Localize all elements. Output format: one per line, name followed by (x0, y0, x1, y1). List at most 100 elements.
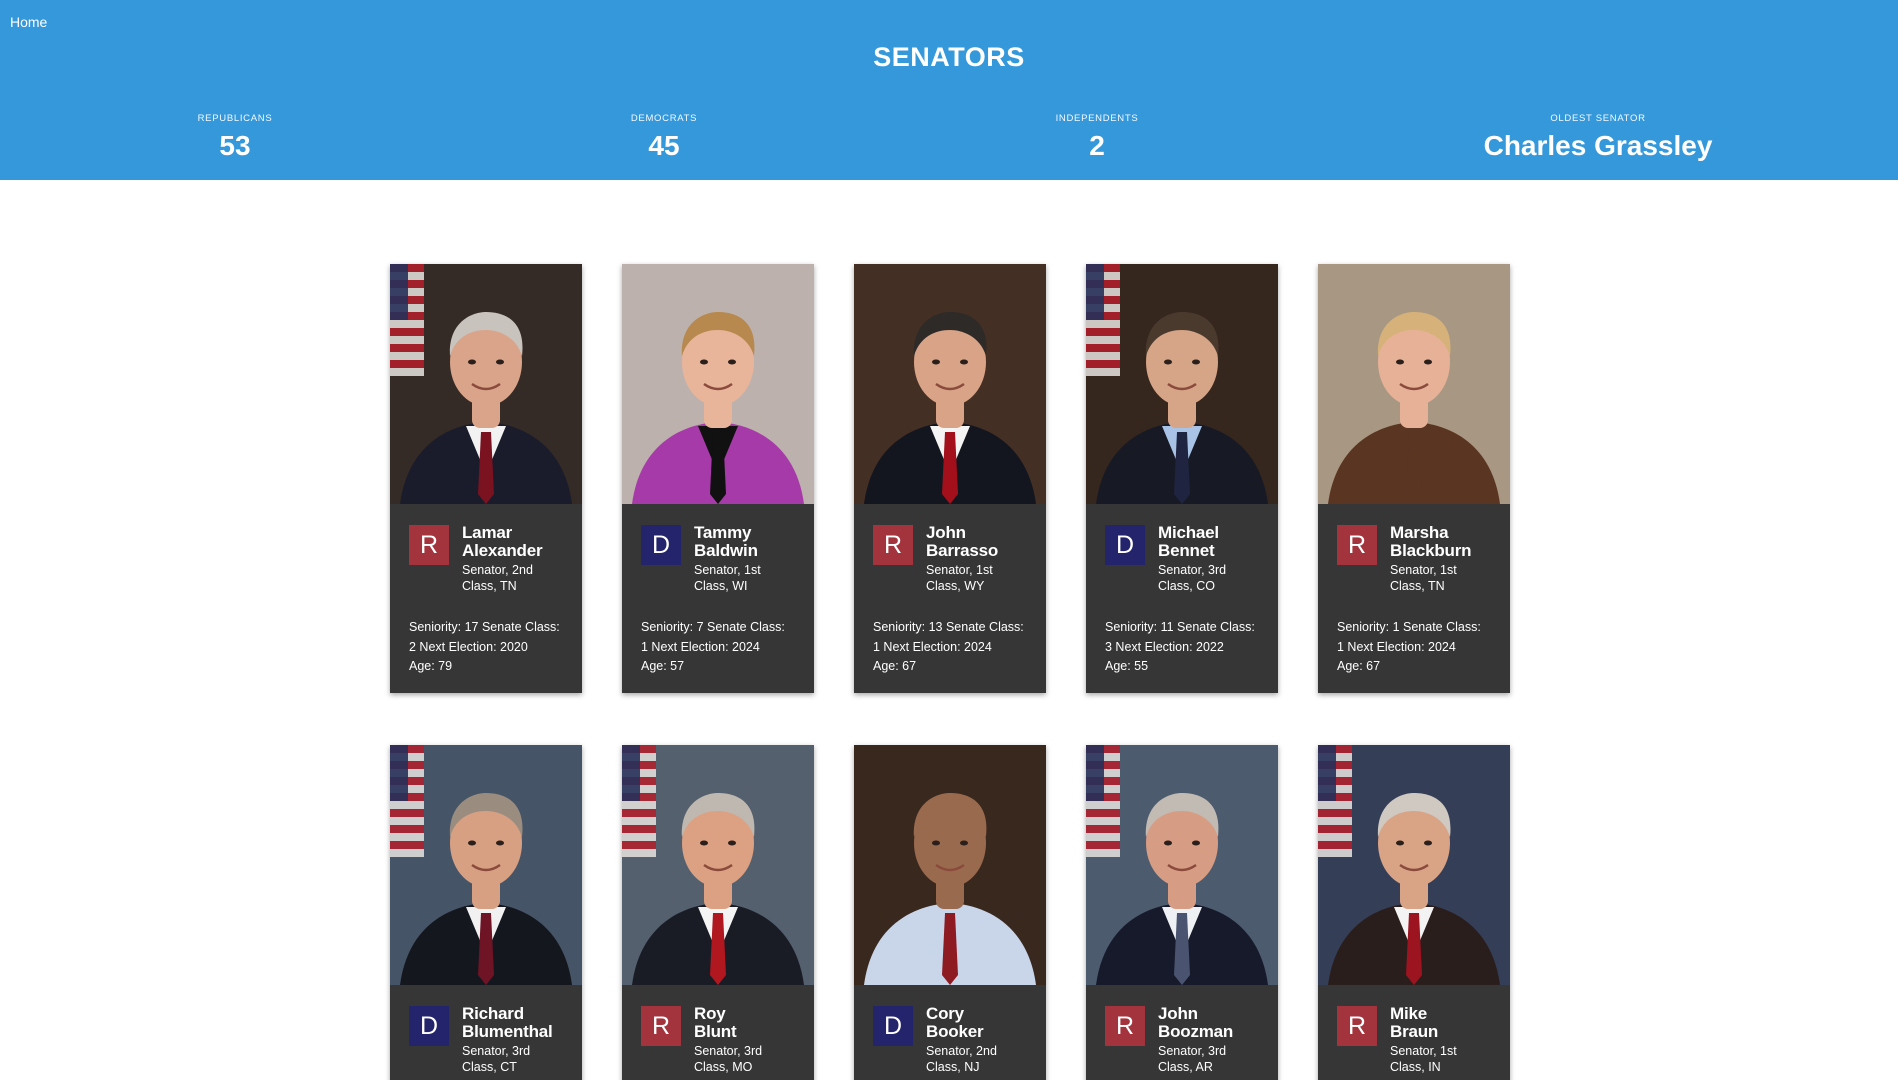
senator-details: Seniority: 13 Senate Class: 1 Next Electi… (873, 618, 1027, 677)
senator-card-header: D Tammy Baldwin Senator, 1st Class, WI (641, 524, 795, 594)
senator-description-line: Senator, 2nd (926, 1044, 997, 1058)
senator-details-line: 3 Next Election: 2022 (1105, 639, 1224, 654)
senator-description: Senator, 1st Class, TN (1390, 562, 1491, 594)
senator-first-name: John (1158, 1004, 1198, 1023)
senator-card-body: D Richard Blumenthal Senator, 3rd Class, CT (390, 985, 582, 1080)
senator-photo (1086, 264, 1278, 504)
stat-value: 53 (219, 130, 251, 161)
senator-first-name: John (926, 523, 966, 542)
portrait-illustration (1318, 745, 1510, 985)
senator-last-name: Booker (926, 1022, 984, 1041)
stat-republicans: REPUBLICANS 53 (75, 113, 395, 162)
stat-label: DEMOCRATS (630, 113, 698, 124)
senator-details: Seniority: 1 Senate Class: 1 Next Electio… (1337, 618, 1491, 677)
senator-details: Seniority: 11 Senate Class: 3 Next Electi… (1105, 618, 1259, 677)
senator-photo (390, 745, 582, 985)
senator-last-name: Blumenthal (462, 1022, 553, 1041)
portrait-illustration (390, 264, 582, 504)
senator-details-line: Age: 67 (1337, 659, 1381, 673)
stat-value: 45 (648, 130, 680, 161)
senator-description: Senator, 1st Class, WI (694, 562, 795, 594)
stat-label: REPUBLICANS (197, 113, 273, 124)
senator-name-block: Cory Booker Senator, 2nd Class, NJ (926, 1005, 1027, 1075)
senator-last-name: Barrasso (926, 541, 999, 560)
senator-name-block: Lamar Alexander Senator, 2nd Class, TN (462, 524, 563, 594)
portrait-illustration (1086, 264, 1278, 504)
senator-first-name: Roy (694, 1004, 726, 1023)
senator-details: Seniority: 17 Senate Class: 2 Next Electi… (409, 618, 563, 677)
senator-name-block: John Boozman Senator, 3rd Class, AR (1158, 1005, 1259, 1075)
home-link[interactable]: Home (10, 14, 47, 30)
senator-details-line: 1 Next Election: 2024 (873, 639, 992, 654)
senator-first-name: Michael (1158, 523, 1219, 542)
senator-card[interactable]: R Marsha Blackburn Senator, 1st Class, TN Sen… (1318, 264, 1510, 693)
senator-card-body: D Cory Booker Senator, 2nd Class, NJ (854, 985, 1046, 1080)
senator-description: Senator, 3rd Class, MO (694, 1043, 795, 1075)
senator-card-header: D Michael Bennet Senator, 3rd Class, CO (1105, 524, 1259, 594)
senator-photo (390, 264, 582, 504)
senator-details-line: Seniority: 17 Senate Class: (409, 620, 560, 634)
stat-independents: INDEPENDENTS 2 (937, 113, 1257, 162)
senator-description-line: Class, CO (1158, 579, 1215, 593)
senator-card[interactable]: R Mike Braun Senator, 1st Class, IN (1318, 745, 1510, 1080)
senator-description-line: Senator, 1st (1390, 1044, 1457, 1058)
senator-card-header: R Roy Blunt Senator, 3rd Class, MO (641, 1005, 795, 1075)
senator-description-line: Class, NJ (926, 1060, 980, 1074)
senator-description: Senator, 3rd Class, AR (1158, 1043, 1259, 1075)
senator-photo (1318, 264, 1510, 504)
senator-card[interactable]: D Michael Bennet Senator, 3rd Class, CO Senio… (1086, 264, 1278, 693)
senator-name: Richard Blumenthal (462, 1005, 563, 1041)
party-badge: D (641, 525, 681, 565)
senator-first-name: Tammy (694, 523, 752, 542)
party-badge: R (1337, 525, 1377, 565)
senator-description-line: Senator, 1st (694, 563, 761, 577)
senator-last-name: Braun (1390, 1022, 1439, 1041)
senator-description: Senator, 1st Class, IN (1390, 1043, 1491, 1075)
senator-details-line: Seniority: 1 Senate Class: (1337, 620, 1481, 634)
senator-details-line: 1 Next Election: 2024 (1337, 639, 1456, 654)
senator-card-header: R Mike Braun Senator, 1st Class, IN (1337, 1005, 1491, 1075)
senator-card[interactable]: R Roy Blunt Senator, 3rd Class, MO (622, 745, 814, 1080)
senator-name-block: Mike Braun Senator, 1st Class, IN (1390, 1005, 1491, 1075)
senator-name-block: John Barrasso Senator, 1st Class, WY (926, 524, 1027, 594)
senator-details: Seniority: 7 Senate Class: 1 Next Electio… (641, 618, 795, 677)
senator-photo (854, 264, 1046, 504)
senator-details-line: Seniority: 13 Senate Class: (873, 620, 1024, 634)
stat-label: INDEPENDENTS (1055, 113, 1139, 124)
party-badge: R (641, 1006, 681, 1046)
senator-card[interactable]: D Tammy Baldwin Senator, 1st Class, WI Senior… (622, 264, 814, 693)
senator-last-name: Bennet (1158, 541, 1215, 560)
senator-details-line: 1 Next Election: 2024 (641, 639, 760, 654)
party-badge: R (1105, 1006, 1145, 1046)
senator-photo (854, 745, 1046, 985)
senator-first-name: Lamar (462, 523, 513, 542)
senator-details-line: Age: 67 (873, 659, 917, 673)
senator-card-body: R Roy Blunt Senator, 3rd Class, MO (622, 985, 814, 1080)
senator-name: Lamar Alexander (462, 524, 563, 560)
stat-label: OLDEST SENATOR (1550, 113, 1646, 124)
senator-card[interactable]: R John Boozman Senator, 3rd Class, AR (1086, 745, 1278, 1080)
senator-first-name: Marsha (1390, 523, 1449, 542)
party-badge: D (409, 1006, 449, 1046)
senator-card-header: R John Boozman Senator, 3rd Class, AR (1105, 1005, 1259, 1075)
party-badge: R (873, 525, 913, 565)
senator-details-line: Age: 57 (641, 659, 685, 673)
senator-description-line: Class, TN (462, 579, 517, 593)
senator-description-line: Class, TN (1390, 579, 1445, 593)
portrait-illustration (854, 264, 1046, 504)
senator-details-line: Age: 79 (409, 659, 453, 673)
senator-description-line: Senator, 3rd (1158, 563, 1227, 577)
senator-description-line: Senator, 1st (926, 563, 993, 577)
senator-details-line: 2 Next Election: 2020 (409, 639, 528, 654)
senator-description-line: Class, MO (694, 1060, 753, 1074)
senator-card[interactable]: D Richard Blumenthal Senator, 3rd Class, CT (390, 745, 582, 1080)
senator-card[interactable]: R John Barrasso Senator, 1st Class, WY Senior… (854, 264, 1046, 693)
senator-card-body: R Mike Braun Senator, 1st Class, IN (1318, 985, 1510, 1080)
senator-card[interactable]: D Cory Booker Senator, 2nd Class, NJ (854, 745, 1046, 1080)
senator-name: Cory Booker (926, 1005, 1027, 1041)
senator-details-line: Seniority: 11 Senate Class: (1105, 620, 1255, 634)
senator-card-body: R John Boozman Senator, 3rd Class, AR (1086, 985, 1278, 1080)
senator-name: John Boozman (1158, 1005, 1259, 1041)
senator-card[interactable]: R Lamar Alexander Senator, 2nd Class, TN Seni… (390, 264, 582, 693)
senator-details-line: Age: 55 (1105, 659, 1149, 673)
